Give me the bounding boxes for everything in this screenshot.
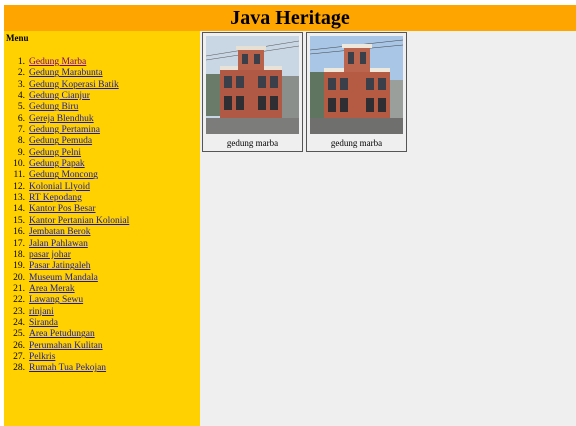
menu-item-number: 28.	[13, 363, 25, 374]
menu-item-number: 15.	[13, 215, 25, 226]
menu-item-link[interactable]: Gedung Marba	[29, 57, 86, 68]
menu-item: 22. Lawang Sewu	[4, 295, 200, 306]
menu-item-link[interactable]: Gedung Pertamina	[29, 125, 100, 136]
menu-item: 9. Gedung Pelni	[4, 148, 200, 159]
menu-item: 25. Area Petudungan	[4, 329, 200, 340]
menu-item-number: 6.	[17, 113, 25, 124]
menu-item: 15. Kantor Pertanian Kolonial	[4, 216, 200, 227]
menu-item-number: 7.	[17, 125, 25, 136]
menu-item-link[interactable]: Area Merak	[29, 284, 75, 295]
site-title: Java Heritage	[230, 7, 350, 29]
menu-item: 24. Siranda	[4, 318, 200, 329]
menu-list: 1. Gedung Marba 2. Gedung Marabunta 3. Gedung…	[4, 57, 200, 375]
menu-item-link[interactable]: Kantor Pertanian Kolonial	[29, 216, 129, 227]
menu-item-number: 4.	[17, 91, 25, 102]
menu-item-link[interactable]: Rumah Tua Pekojan	[29, 363, 106, 374]
menu-item-link[interactable]: RT Kepodang	[29, 193, 82, 204]
menu-item-number: 8.	[17, 136, 25, 147]
menu-item: 11. Gedung Moncong	[4, 170, 200, 181]
menu-item-link[interactable]: Area Petudungan	[29, 329, 95, 340]
menu-item: 17. Jalan Pahlawan	[4, 239, 200, 250]
menu-item-number: 2.	[17, 68, 25, 79]
menu-item-number: 20.	[13, 272, 25, 283]
menu-item: 28. Rumah Tua Pekojan	[4, 363, 200, 374]
menu-item-number: 18.	[13, 249, 25, 260]
menu-item-number: 25.	[13, 329, 25, 340]
building-photo[interactable]	[310, 36, 403, 134]
photo-caption: gedung marba	[226, 138, 279, 148]
menu-item-link[interactable]: Museum Mandala	[29, 273, 98, 284]
menu-item: 26. Perumahan Kulitan	[4, 341, 200, 352]
menu-item: 14. Kantor Pos Besar	[4, 204, 200, 215]
menu-item-number: 11.	[13, 170, 25, 181]
menu-item-number: 14.	[13, 204, 25, 215]
sidebar-menu: Menu 1. Gedung Marba 2. Gedung Marabunta 3. G…	[4, 31, 200, 426]
menu-item-number: 19.	[13, 261, 25, 272]
menu-item-number: 21.	[13, 283, 25, 294]
menu-item-link[interactable]: Lawang Sewu	[29, 295, 83, 306]
menu-item-number: 26.	[13, 340, 25, 351]
menu-item-number: 24.	[13, 317, 25, 328]
menu-item-link[interactable]: rinjani	[29, 307, 54, 318]
menu-item-link[interactable]: Gedung Papak	[29, 159, 85, 170]
photo-thumbnail[interactable]: gedung marba	[202, 32, 303, 152]
main-content: gedung marba gedung marba	[200, 31, 576, 426]
menu-item-link[interactable]: Siranda	[29, 318, 58, 329]
menu-item: 21. Area Merak	[4, 284, 200, 295]
menu-item-number: 13.	[13, 193, 25, 204]
menu-item: 10. Gedung Papak	[4, 159, 200, 170]
menu-item-link[interactable]: Gedung Cianjur	[29, 91, 90, 102]
menu-item-number: 22.	[13, 295, 25, 306]
menu-item-number: 16.	[13, 227, 25, 238]
menu-item-link[interactable]: Jembatan Berok	[29, 227, 90, 238]
menu-item-link[interactable]: Gedung Biru	[29, 102, 78, 113]
menu-item-number: 17.	[13, 238, 25, 249]
menu-title: Menu	[6, 33, 29, 43]
photo-caption: gedung marba	[330, 138, 383, 148]
menu-item: 1. Gedung Marba	[4, 57, 200, 68]
menu-item: 13. RT Kepodang	[4, 193, 200, 204]
menu-item-number: 12.	[13, 181, 25, 192]
menu-item-link[interactable]: Gedung Pelni	[29, 148, 81, 159]
menu-item-link[interactable]: Perumahan Kulitan	[29, 341, 103, 352]
page: Java Heritage Menu 1. Gedung Marba 2. Gedun…	[4, 5, 576, 426]
photo-thumbnail[interactable]: gedung marba	[306, 32, 407, 152]
menu-item: 20. Museum Mandala	[4, 273, 200, 284]
menu-item-link[interactable]: Jalan Pahlawan	[29, 239, 88, 250]
menu-item: 19. Pasar Jatingaleh	[4, 261, 200, 272]
menu-item: 27. Pelkris	[4, 352, 200, 363]
menu-item-number: 23.	[13, 306, 25, 317]
menu-item-link[interactable]: Pasar Jatingaleh	[29, 261, 90, 272]
menu-item-link[interactable]: Kolonial Llyoid	[29, 182, 90, 193]
header-banner: Java Heritage	[4, 5, 576, 31]
menu-item: 12. Kolonial Llyoid	[4, 182, 200, 193]
menu-item-link[interactable]: pasar johar	[29, 250, 71, 261]
menu-item-link[interactable]: Kantor Pos Besar	[29, 204, 96, 215]
building-photo[interactable]	[206, 36, 299, 134]
menu-item: 23. rinjani	[4, 307, 200, 318]
menu-item: 3. Gedung Koperasi Batik	[4, 80, 200, 91]
menu-item-number: 9.	[17, 147, 25, 158]
menu-item: 16. Jembatan Berok	[4, 227, 200, 238]
menu-item: 18. pasar johar	[4, 250, 200, 261]
menu-item-link[interactable]: Gereja Blendhuk	[29, 114, 94, 125]
menu-item-link[interactable]: Gedung Marabunta	[29, 68, 103, 79]
menu-item: 8. Gedung Pemuda	[4, 136, 200, 147]
menu-item-link[interactable]: Gedung Koperasi Batik	[29, 80, 119, 91]
menu-item-number: 27.	[13, 351, 25, 362]
menu-item-number: 10.	[13, 159, 25, 170]
photo-gallery: gedung marba gedung marba	[202, 32, 576, 152]
menu-item-link[interactable]: Pelkris	[29, 352, 55, 363]
menu-item: 4. Gedung Cianjur	[4, 91, 200, 102]
menu-item: 5. Gedung Biru	[4, 102, 200, 113]
menu-item: 7. Gedung Pertamina	[4, 125, 200, 136]
menu-item-link[interactable]: Gedung Moncong	[29, 170, 98, 181]
menu-item-number: 3.	[17, 79, 25, 90]
menu-item: 6. Gereja Blendhuk	[4, 114, 200, 125]
menu-item: 2. Gedung Marabunta	[4, 68, 200, 79]
menu-item-number: 1.	[17, 57, 25, 67]
menu-item-number: 5.	[17, 102, 25, 113]
menu-item-link[interactable]: Gedung Pemuda	[29, 136, 92, 147]
